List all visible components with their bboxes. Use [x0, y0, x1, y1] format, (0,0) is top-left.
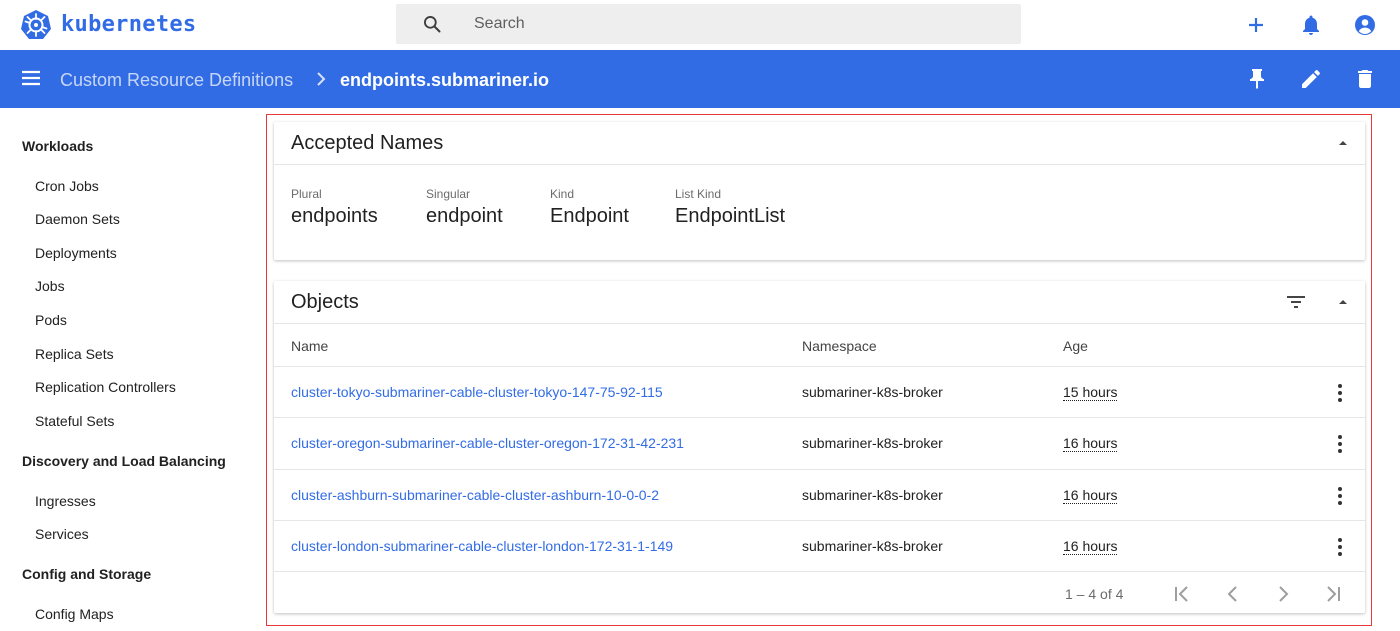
object-namespace: submariner-k8s-broker	[802, 435, 943, 451]
collapse-icon[interactable]	[1337, 298, 1349, 306]
nav-item-pods[interactable]: Pods	[35, 312, 67, 328]
kind-label: Kind	[550, 187, 575, 201]
filter-icon[interactable]	[1285, 293, 1307, 311]
object-age: 15 hours	[1063, 384, 1118, 401]
more-vert-icon[interactable]	[1336, 434, 1344, 454]
more-vert-icon[interactable]	[1336, 537, 1344, 557]
brand-name[interactable]: kubernetes	[61, 12, 196, 37]
notifications-icon[interactable]	[1299, 13, 1323, 37]
account-icon[interactable]	[1353, 13, 1377, 37]
nav-item-jobs[interactable]: Jobs	[35, 278, 65, 294]
plural-label: Plural	[291, 187, 322, 201]
card-divider	[274, 164, 1365, 165]
first-page-icon[interactable]	[1171, 583, 1193, 605]
kind-value: Endpoint	[550, 205, 629, 227]
chevron-right-icon	[317, 72, 326, 86]
accepted-names-card: Accepted Names Plural endpoints Singular…	[274, 122, 1365, 260]
plural-value: endpoints	[291, 205, 378, 227]
more-vert-icon[interactable]	[1336, 383, 1344, 403]
nav-item-replica-sets[interactable]: Replica Sets	[35, 346, 114, 362]
sidebar: Workloads Cron Jobs Daemon Sets Deployme…	[0, 108, 262, 631]
top-bar: kubernetes	[0, 0, 1400, 50]
previous-page-icon[interactable]	[1222, 583, 1244, 605]
column-header-namespace[interactable]: Namespace	[802, 338, 877, 354]
page-title: endpoints.submariner.io	[340, 70, 550, 90]
table-row: cluster-oregon-submariner-cable-cluster-…	[274, 417, 1365, 469]
kubernetes-logo-icon[interactable]	[20, 9, 52, 41]
object-namespace: submariner-k8s-broker	[802, 487, 943, 503]
search-bar[interactable]	[396, 4, 1021, 44]
pagination-range: 1 – 4 of 4	[1065, 586, 1124, 602]
nav-category-workloads[interactable]: Workloads	[22, 138, 93, 154]
nav-item-deployments[interactable]: Deployments	[35, 245, 117, 261]
next-page-icon[interactable]	[1272, 583, 1294, 605]
object-name-link[interactable]: cluster-oregon-submariner-cable-cluster-…	[291, 435, 684, 451]
object-name-link[interactable]: cluster-tokyo-submariner-cable-cluster-t…	[291, 384, 663, 400]
menu-icon[interactable]	[20, 67, 42, 89]
column-header-age[interactable]: Age	[1063, 338, 1088, 354]
more-vert-icon[interactable]	[1336, 486, 1344, 506]
accepted-names-title: Accepted Names	[291, 132, 444, 154]
add-icon[interactable]	[1244, 13, 1268, 37]
singular-label: Singular	[426, 187, 471, 201]
last-page-icon[interactable]	[1322, 583, 1344, 605]
nav-item-replication-controllers[interactable]: Replication Controllers	[35, 379, 176, 395]
table-row: cluster-ashburn-submariner-cable-cluster…	[274, 469, 1365, 521]
nav-category-discovery[interactable]: Discovery and Load Balancing	[22, 453, 226, 469]
search-icon	[424, 16, 441, 33]
nav-category-config-storage[interactable]: Config and Storage	[22, 566, 151, 582]
object-age: 16 hours	[1063, 538, 1118, 555]
object-name-link[interactable]: cluster-london-submariner-cable-cluster-…	[291, 538, 673, 554]
nav-item-services[interactable]: Services	[35, 526, 89, 542]
nav-item-ingresses[interactable]: Ingresses	[35, 493, 96, 509]
objects-card: Objects Name Namespace Age cluster-tokyo…	[274, 281, 1365, 613]
column-header-name[interactable]: Name	[291, 338, 328, 354]
nav-item-stateful-sets[interactable]: Stateful Sets	[35, 413, 114, 429]
nav-item-daemon-sets[interactable]: Daemon Sets	[35, 211, 120, 227]
page-header: Custom Resource Definitions endpoints.su…	[0, 50, 1400, 108]
object-namespace: submariner-k8s-broker	[802, 384, 943, 400]
table-row: cluster-london-submariner-cable-cluster-…	[274, 520, 1365, 572]
list-kind-value: EndpointList	[675, 205, 786, 227]
objects-title: Objects	[291, 291, 359, 313]
singular-value: endpoint	[426, 205, 503, 227]
nav-item-config-maps[interactable]: Config Maps	[35, 606, 114, 622]
breadcrumb-parent[interactable]: Custom Resource Definitions	[60, 70, 293, 91]
search-input[interactable]	[474, 12, 994, 36]
pin-icon[interactable]	[1245, 67, 1269, 91]
nav-item-cron-jobs[interactable]: Cron Jobs	[35, 178, 99, 194]
object-age: 16 hours	[1063, 435, 1118, 452]
card-divider	[274, 323, 1365, 324]
delete-icon[interactable]	[1353, 67, 1377, 91]
table-footer-divider	[274, 571, 1365, 572]
object-name-link[interactable]: cluster-ashburn-submariner-cable-cluster…	[291, 487, 659, 503]
object-namespace: submariner-k8s-broker	[802, 538, 943, 554]
object-age: 16 hours	[1063, 487, 1118, 504]
list-kind-label: List Kind	[675, 187, 722, 201]
collapse-icon[interactable]	[1337, 139, 1349, 147]
edit-icon[interactable]	[1299, 67, 1323, 91]
table-row: cluster-tokyo-submariner-cable-cluster-t…	[274, 366, 1365, 418]
